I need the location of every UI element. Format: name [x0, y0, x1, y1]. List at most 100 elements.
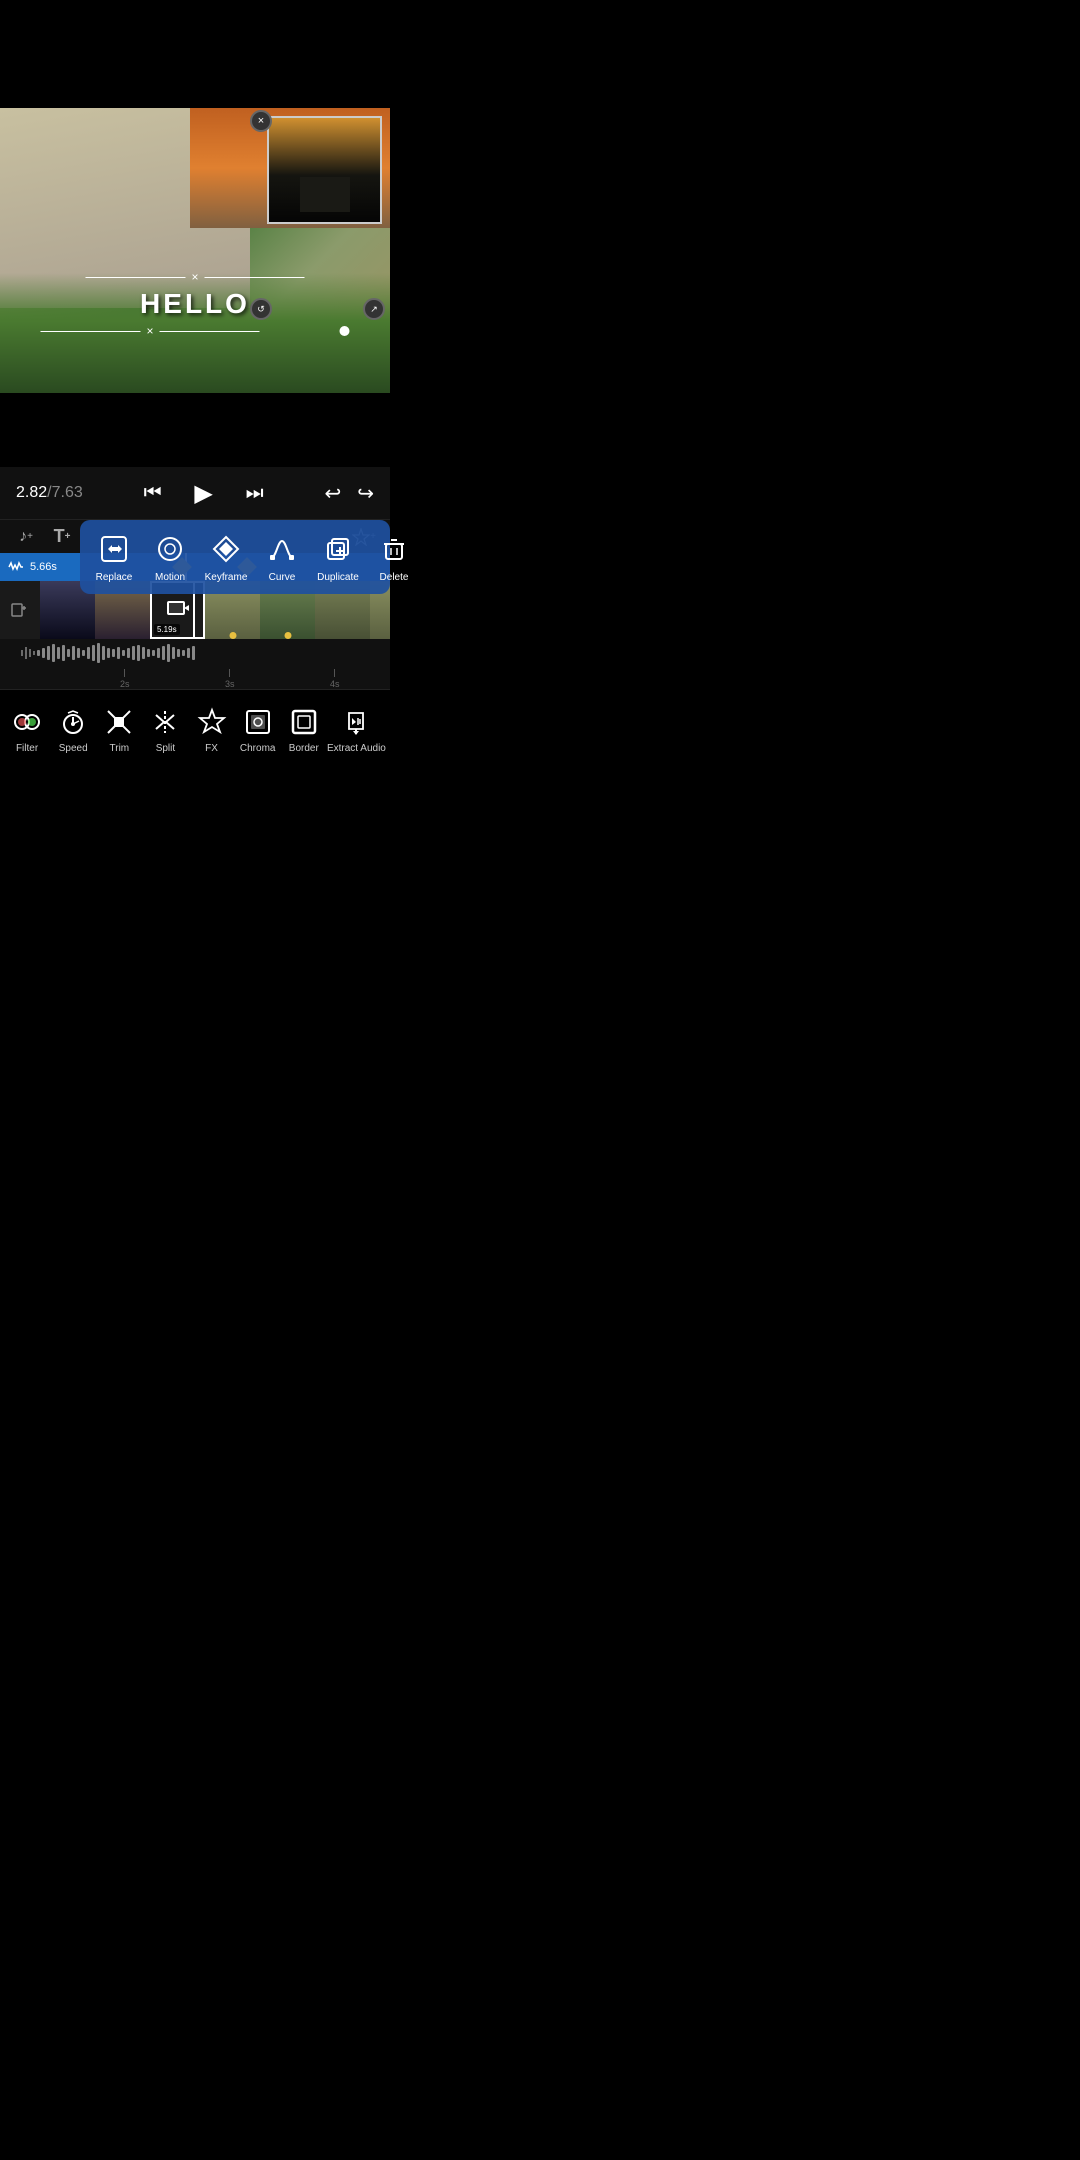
duplicate-icon: [319, 530, 357, 568]
delete-icon: [375, 530, 413, 568]
waveform-bar: [97, 643, 100, 663]
speed-icon: [56, 705, 90, 739]
waveform-row: [0, 639, 390, 667]
waveform-bar: [187, 648, 190, 658]
context-menu: Replace Motion Keyframe: [80, 520, 390, 594]
ruler-mark-2s: 2s: [120, 669, 130, 689]
waveform-bar: [172, 647, 175, 659]
waveform-bar: [177, 649, 180, 657]
play-button[interactable]: ▶: [186, 475, 222, 511]
redo-button[interactable]: ↪: [357, 481, 374, 506]
waveform-bar: [167, 644, 170, 662]
extract-audio-label: Extract Audio: [327, 743, 386, 755]
waveform-bar: [57, 647, 60, 659]
black-top-area: [0, 0, 390, 108]
overlay-resize-handle[interactable]: ↗: [363, 298, 385, 320]
thumb-dot-2: [284, 632, 291, 639]
waveform-bar: [152, 650, 155, 656]
context-replace[interactable]: Replace: [92, 530, 136, 584]
context-motion[interactable]: Motion: [148, 530, 192, 584]
skip-forward-button[interactable]: ⏭: [246, 482, 264, 505]
tool-filter[interactable]: Filter: [4, 705, 50, 755]
controls-bar: 2.82 / 7.63 ⏮ ▶ ⏭ ↩ ↪: [0, 467, 390, 519]
waveform-bar: [117, 647, 120, 659]
replace-label: Replace: [96, 572, 133, 584]
history-controls: ↩ ↪: [324, 481, 374, 506]
toolbar-row: ♪+ T+ Replace Motion: [0, 519, 390, 553]
waveform-bar: [77, 648, 80, 658]
waveform-bar: [112, 649, 115, 657]
fx-label: FX: [205, 743, 218, 755]
tool-chroma[interactable]: Chroma: [235, 705, 281, 755]
waveform-bar: [122, 650, 125, 656]
border-label: Border: [289, 743, 319, 755]
time-total: 7.63: [52, 484, 83, 502]
motion-icon: [151, 530, 189, 568]
tool-border[interactable]: Border: [281, 705, 327, 755]
waveform-bar: [137, 645, 140, 661]
ruler-tick: [229, 669, 230, 677]
waveform-bar: [47, 646, 50, 660]
context-keyframe[interactable]: Keyframe: [204, 530, 248, 584]
text-handle-x-top: ×: [191, 270, 198, 284]
waveform-bar: [52, 644, 55, 662]
curve-label: Curve: [269, 572, 296, 584]
tool-split[interactable]: Split: [142, 705, 188, 755]
waveform-bar: [102, 646, 105, 660]
waveform-bar: [62, 645, 65, 661]
replace-icon: [95, 530, 133, 568]
duplicate-label: Duplicate: [317, 572, 359, 584]
filter-label: Filter: [16, 743, 38, 755]
time-display: 2.82 / 7.63: [16, 484, 83, 502]
keyframe-label: Keyframe: [205, 572, 248, 584]
text-handle-bottom: ×: [40, 324, 349, 338]
waveform-bar: [182, 650, 185, 656]
trim-label: Trim: [110, 743, 130, 755]
fx-icon: [195, 705, 229, 739]
chroma-icon: [241, 705, 275, 739]
thumb-time-badge: 5.19s: [154, 624, 180, 635]
text-handle-line-right: [205, 277, 305, 278]
tool-extract-audio[interactable]: Extract Audio: [327, 705, 386, 755]
waveform-bar: [82, 650, 85, 656]
ruler-mark-4s: 4s: [330, 669, 340, 689]
border-icon: [287, 705, 321, 739]
skip-back-button[interactable]: ⏮: [144, 482, 162, 505]
waveform-bar: [87, 647, 90, 659]
bottom-toolbar: Filter Speed Trim: [0, 689, 390, 769]
undo-button[interactable]: ↩: [324, 481, 341, 506]
split-icon: [148, 705, 182, 739]
playback-controls: ⏮ ▶ ⏭: [144, 475, 264, 511]
tool-fx[interactable]: FX: [189, 705, 235, 755]
overlay-close-button[interactable]: ×: [250, 110, 272, 132]
audio-icon: [20, 643, 36, 663]
motion-label: Motion: [155, 572, 185, 584]
text-overlay[interactable]: × HELLO ×: [40, 270, 349, 338]
ruler-label-4s: 4s: [330, 679, 340, 689]
waveform-bar: [192, 646, 195, 660]
chroma-label: Chroma: [240, 743, 276, 755]
add-text-button[interactable]: T+: [44, 522, 80, 552]
context-curve[interactable]: Curve: [260, 530, 304, 584]
tool-speed[interactable]: Speed: [50, 705, 96, 755]
extract-audio-icon: [339, 705, 373, 739]
text-handle-line-bl: [40, 331, 140, 332]
ruler-tick: [334, 669, 335, 677]
add-music-button[interactable]: ♪+: [8, 522, 44, 552]
text-handle-top: ×: [40, 270, 349, 284]
waveform-bar: [157, 648, 160, 658]
timeline-ruler: 2s 3s 4s: [0, 667, 390, 689]
waveform-bar: [67, 649, 70, 657]
context-duplicate[interactable]: Duplicate: [316, 530, 360, 584]
text-handle-line-left: [85, 277, 185, 278]
keyframe-icon: [207, 530, 245, 568]
waveform-bar: [162, 646, 165, 660]
text-handle-x-bottom: ×: [146, 324, 153, 338]
track-add-button[interactable]: [0, 591, 40, 629]
context-delete[interactable]: Delete: [372, 530, 416, 584]
overlay-video-clip[interactable]: [267, 116, 382, 224]
thumb-dot-1: [229, 632, 236, 639]
ruler-label-2s: 2s: [120, 679, 130, 689]
tool-trim[interactable]: Trim: [96, 705, 142, 755]
waveform-bar: [92, 645, 95, 661]
